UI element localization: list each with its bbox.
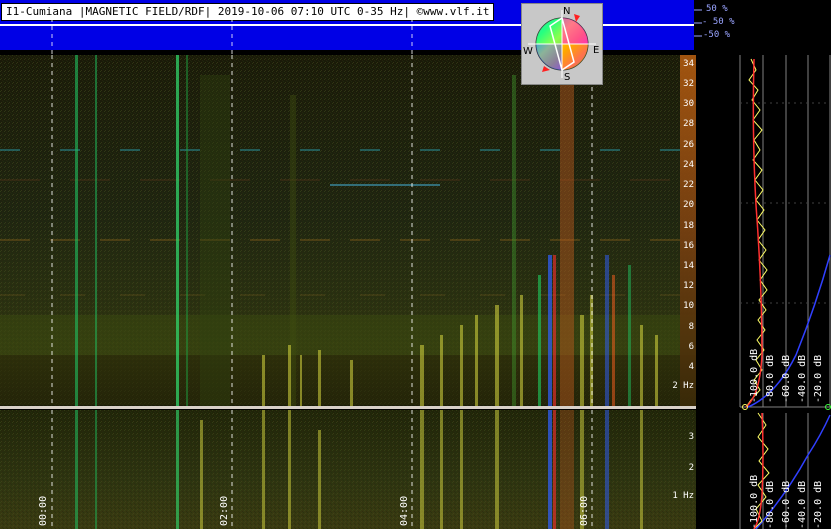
compass-rose: N S E W [521,3,603,85]
freq-label: 30 [683,99,694,109]
frequency-axis-main: 34 32 30 28 26 24 22 20 18 16 14 12 10 8… [664,55,696,407]
compass-icon [528,10,596,78]
percent-label-bottom: -50 % [703,30,731,40]
compass-north: N [563,6,571,17]
db-label: -80.0 dB [765,354,776,403]
freq-label: 22 [683,180,694,190]
db-label: -20.0 dB [813,354,824,403]
db-label: -60.0 dB [781,480,792,529]
spectrogram-main [0,55,696,407]
time-label-0200: 02:00 [219,495,230,526]
freq-label: 24 [683,160,694,170]
time-label-0600: 06:00 [579,495,590,526]
compass-east: E [593,45,600,56]
freq-label: 32 [683,79,694,89]
freq-label: 10 [683,301,694,311]
freq-label: 28 [683,119,694,129]
freq-label: 20 [683,200,694,210]
percent-label-top: 50 % [706,4,728,14]
spectrogram-low-band [0,410,696,529]
db-label: -20.0 dB [813,480,824,529]
db-label: -60.0 dB [781,354,792,403]
time-label-0400: 04:00 [399,495,410,526]
compass-west: W [523,46,533,57]
freq-label: 14 [683,261,694,271]
freq-label: 8 [688,322,694,332]
db-label: -100.0 dB [749,474,760,529]
time-label-0000: 00:00 [38,495,49,526]
freq-label: 3 [688,432,694,442]
freq-label: 6 [688,342,694,352]
db-label: -80.0 dB [765,480,776,529]
freq-label: 4 [688,362,694,372]
db-label: -40.0 dB [797,480,808,529]
compass-south: S [564,72,571,83]
vlf-spectrogram-window: I1-Cumiana |MAGNETIC FIELD/RDF| 2019-10-… [0,0,831,529]
freq-label: 2 Hz [672,381,694,391]
freq-label: 1 Hz [672,491,694,501]
freq-label: 18 [683,221,694,231]
freq-label: 2 [688,463,694,473]
db-label: -40.0 dB [797,354,808,403]
percent-label-mid: - 50 % [702,17,735,27]
freq-label: 26 [683,140,694,150]
freq-label: 12 [683,281,694,291]
spectrogram-divider [0,406,696,409]
db-label: -100.0 dB [749,348,760,403]
spectrum-panel [696,55,831,529]
freq-label: 34 [683,59,694,69]
freq-label: 16 [683,241,694,251]
